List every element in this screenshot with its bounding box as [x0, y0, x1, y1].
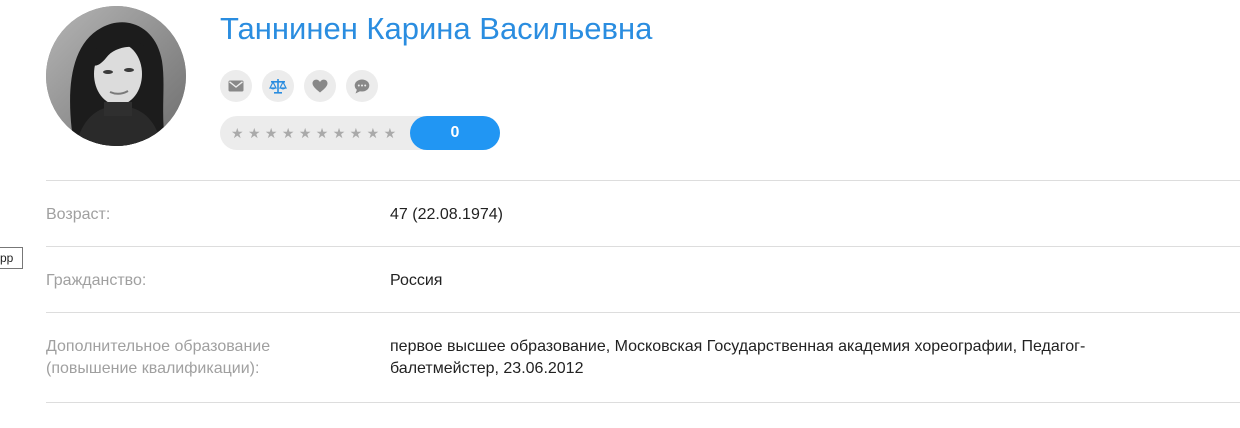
action-bar	[220, 70, 378, 102]
rating-star-9[interactable]: ★	[367, 126, 380, 140]
envelope-icon	[228, 80, 244, 92]
rating-star-7[interactable]: ★	[333, 126, 346, 140]
comment-button[interactable]	[346, 70, 378, 102]
rating-widget: ★ ★ ★ ★ ★ ★ ★ ★ ★ ★ 0	[220, 116, 500, 150]
rating-score: 0	[410, 116, 500, 150]
avatar-photo	[46, 6, 186, 146]
rating-star-3[interactable]: ★	[265, 126, 278, 140]
info-row-age: Возраст: 47 (22.08.1974)	[46, 181, 1240, 247]
rating-star-8[interactable]: ★	[350, 126, 363, 140]
side-tab-label: pp	[0, 251, 14, 265]
education-label: Дополнительное образование (повышение кв…	[46, 338, 271, 377]
age-label: Возраст:	[46, 206, 111, 223]
message-button[interactable]	[220, 70, 252, 102]
age-value: 47 (22.08.1974)	[390, 206, 503, 223]
side-tab[interactable]: pp	[0, 247, 23, 269]
rating-star-1[interactable]: ★	[231, 126, 244, 140]
rating-star-10[interactable]: ★	[384, 126, 397, 140]
scales-icon	[269, 79, 287, 94]
citizenship-label: Гражданство:	[46, 272, 147, 289]
profile-page: pp Таннинен Карина Васильевна ★ ★ ★ ★ ★ …	[0, 0, 1240, 428]
rating-star-2[interactable]: ★	[248, 126, 261, 140]
heart-icon	[312, 79, 328, 93]
compare-button[interactable]	[262, 70, 294, 102]
avatar	[46, 6, 186, 146]
info-row-citizenship: Гражданство: Россия	[46, 247, 1240, 313]
rating-star-4[interactable]: ★	[282, 126, 295, 140]
education-value: первое высшее образование, Московская Го…	[390, 338, 1086, 377]
info-row-education: Дополнительное образование (повышение кв…	[46, 313, 1240, 403]
citizenship-value: Россия	[390, 272, 443, 289]
rating-stars: ★ ★ ★ ★ ★ ★ ★ ★ ★ ★	[231, 116, 396, 150]
profile-info-table: Возраст: 47 (22.08.1974) Гражданство: Ро…	[46, 180, 1240, 403]
profile-name: Таннинен Карина Васильевна	[220, 11, 653, 46]
rating-star-5[interactable]: ★	[299, 126, 312, 140]
chat-bubble-icon	[354, 79, 370, 93]
rating-star-6[interactable]: ★	[316, 126, 329, 140]
favorite-button[interactable]	[304, 70, 336, 102]
